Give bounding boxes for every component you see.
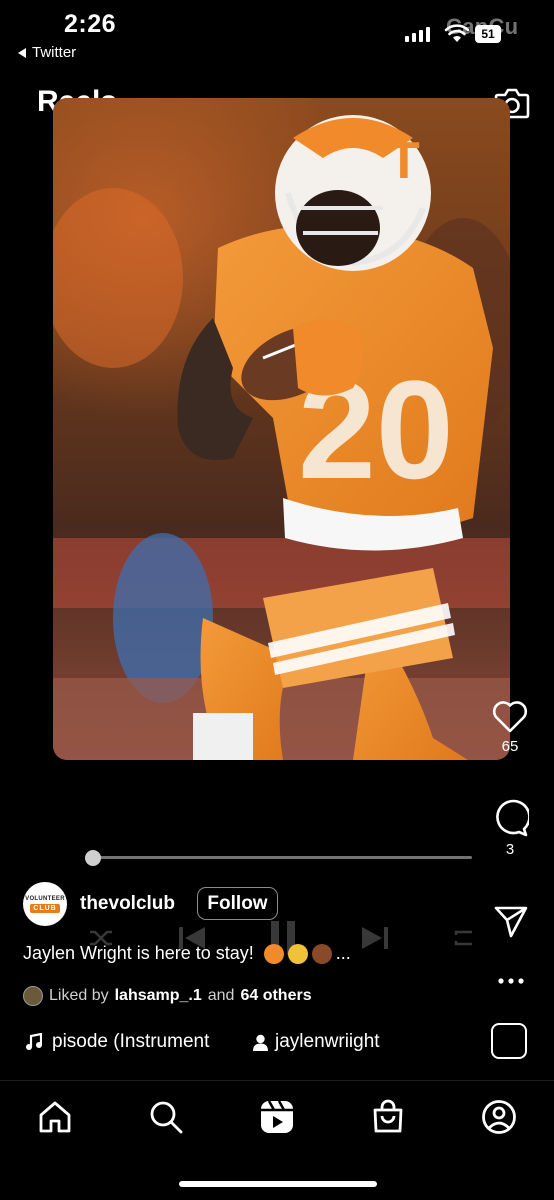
- liked-by-row[interactable]: Liked by lahsamp_.1 and 64 others: [23, 986, 312, 1006]
- back-to-app-link[interactable]: Twitter: [18, 44, 76, 61]
- account-avatar[interactable]: VOLUNTEER CLUB: [23, 882, 67, 926]
- reel-image: 20 T: [53, 98, 510, 760]
- home-icon[interactable]: [37, 1099, 73, 1135]
- search-icon[interactable]: [148, 1099, 184, 1135]
- clap-emoji: [287, 943, 308, 964]
- follow-button[interactable]: Follow: [197, 887, 278, 920]
- nav-shop[interactable]: [366, 1095, 410, 1139]
- reels-icon[interactable]: [259, 1099, 295, 1135]
- liked-others[interactable]: 64 others: [240, 987, 311, 1005]
- audio-track-name: pisode (Instrument: [52, 1031, 210, 1052]
- liked-prefix: Liked by: [49, 987, 109, 1004]
- liked-user[interactable]: lahsamp_.1: [115, 987, 202, 1005]
- reel-media[interactable]: 20 T: [53, 98, 510, 760]
- like-action[interactable]: 65: [480, 698, 540, 755]
- like-count: 65: [501, 738, 519, 755]
- status-time: 2:26: [64, 10, 117, 38]
- nav-profile[interactable]: [477, 1095, 521, 1139]
- next-icon: [361, 927, 388, 949]
- avatar-logo-badge: CLUB: [30, 903, 60, 913]
- caption-more[interactable]: ...: [336, 943, 351, 964]
- playback-progress-track[interactable]: [92, 856, 472, 859]
- nav-reels[interactable]: [255, 1095, 299, 1139]
- back-arrow-icon: [18, 47, 26, 58]
- comment-action[interactable]: 3: [480, 799, 540, 858]
- share-icon[interactable]: [493, 905, 529, 939]
- nav-search[interactable]: [144, 1095, 188, 1139]
- account-username[interactable]: thevolclub: [80, 893, 175, 915]
- comment-icon[interactable]: [491, 799, 529, 837]
- audio-thumbnail[interactable]: [491, 1023, 527, 1059]
- home-indicator[interactable]: [179, 1181, 377, 1187]
- profile-icon[interactable]: [481, 1099, 517, 1135]
- repeat-icon: [454, 930, 472, 946]
- caption-text: Jaylen Wright is here to stay!: [23, 943, 254, 963]
- music-icon: [26, 1033, 42, 1050]
- nav-home[interactable]: [33, 1095, 77, 1139]
- person-icon: [253, 1034, 268, 1051]
- avatar-logo-text: VOLUNTEER: [25, 895, 65, 902]
- signal-icon: [405, 27, 430, 42]
- comment-count: 3: [505, 841, 515, 858]
- heart-icon[interactable]: [491, 698, 529, 734]
- creator-name: jaylenwriight: [275, 1031, 380, 1052]
- shop-icon[interactable]: [370, 1099, 406, 1135]
- wifi-icon: [444, 24, 470, 42]
- peach-emoji: [263, 943, 284, 964]
- audio-track-link[interactable]: pisode (Instrument: [26, 1031, 236, 1053]
- post-caption[interactable]: Jaylen Wright is here to stay! ...: [23, 943, 351, 964]
- back-app-label: Twitter: [32, 44, 77, 61]
- more-icon[interactable]: [498, 978, 524, 984]
- tagged-creator[interactable]: jaylenwriight: [253, 1031, 380, 1053]
- liked-and: and: [207, 987, 235, 1004]
- football-emoji: [311, 943, 332, 964]
- liker-avatar: [23, 986, 43, 1006]
- battery-indicator: 51: [475, 25, 501, 43]
- playback-scrubber[interactable]: [85, 850, 101, 866]
- svg-text:T: T: [388, 132, 420, 190]
